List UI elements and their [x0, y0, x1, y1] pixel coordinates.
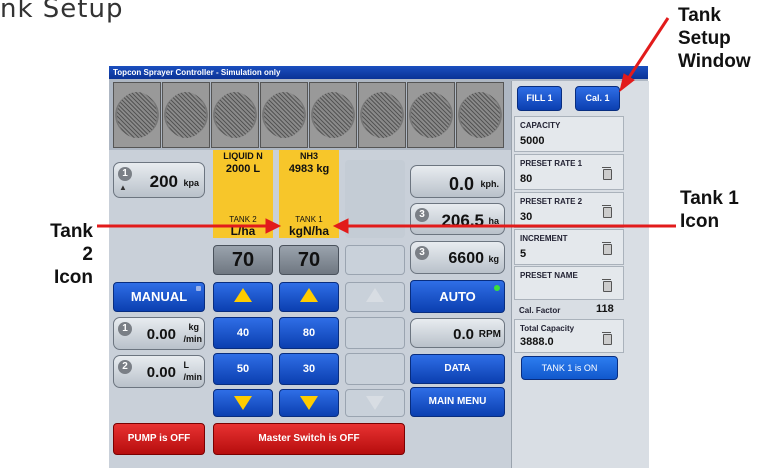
arrowhead-icon: [619, 73, 635, 93]
arrow-to-cal-button: [624, 17, 670, 83]
callout-arrows: [97, 17, 676, 234]
arrowhead-icon: [332, 218, 349, 234]
arrowhead-icon: [265, 218, 282, 234]
